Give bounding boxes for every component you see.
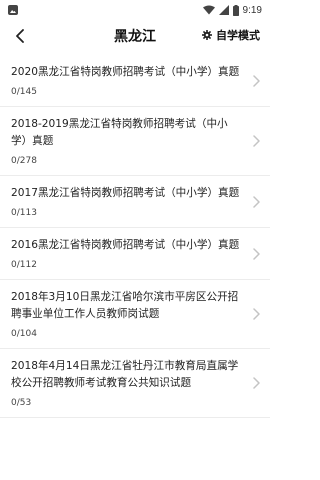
exam-title: 2017黑龙江省特岗教师招聘考试（中小学）真题	[11, 187, 240, 199]
battery-icon	[232, 4, 239, 16]
chevron-left-icon	[16, 29, 24, 43]
exam-title: 2018年4月14日黑龙江省牡丹江市教育局直属学校公开招聘教师考试教育公共知识试…	[11, 360, 239, 389]
chevron-right-icon	[253, 308, 260, 320]
signal-icon	[218, 5, 229, 15]
self-study-mode-button[interactable]: 自学模式	[202, 27, 260, 43]
exam-title: 2016黑龙江省特岗教师招聘考试（中小学）真题	[11, 239, 240, 251]
chevron-right-icon	[253, 377, 260, 389]
exam-progress: 0/53	[11, 398, 32, 408]
exam-title: 2018-2019黑龙江省特岗教师招聘考试（中小学）真题	[11, 118, 228, 147]
status-icons: 9:19	[202, 4, 262, 16]
exam-progress: 0/104	[11, 329, 37, 339]
list-item[interactable]: 2018年3月10日黑龙江省哈尔滨市平房区公开招聘事业单位工作人员教师岗试题 0…	[0, 280, 270, 349]
chevron-right-icon	[253, 135, 260, 147]
exam-progress: 0/278	[11, 156, 37, 166]
list-item[interactable]: 2016黑龙江省特岗教师招聘考试（中小学）真题 0/112	[0, 228, 270, 280]
list-item[interactable]: 2020黑龙江省特岗教师招聘考试（中小学）真题 0/145	[0, 55, 270, 107]
exam-progress: 0/112	[11, 260, 37, 270]
mode-label: 自学模式	[216, 29, 260, 42]
exam-progress: 0/145	[11, 87, 37, 97]
app-bar: 黑龙江 自学模式	[0, 20, 270, 52]
chevron-right-icon	[253, 247, 260, 260]
list-item[interactable]: 2018年4月14日黑龙江省牡丹江市教育局直属学校公开招聘教师考试教育公共知识试…	[0, 349, 270, 418]
image-notification-icon	[8, 5, 18, 15]
exam-progress: 0/113	[11, 208, 37, 218]
chevron-right-icon	[253, 74, 260, 87]
wifi-icon	[202, 5, 215, 15]
back-button[interactable]	[10, 26, 30, 46]
list-item[interactable]: 2017黑龙江省特岗教师招聘考试（中小学）真题 0/113	[0, 176, 270, 228]
status-bar: 9:19	[0, 0, 270, 20]
gear-icon	[202, 30, 212, 40]
exam-title: 2018年3月10日黑龙江省哈尔滨市平房区公开招聘事业单位工作人员教师岗试题	[11, 291, 239, 320]
chevron-right-icon	[253, 195, 260, 208]
list-item[interactable]: 2018-2019黑龙江省特岗教师招聘考试（中小学）真题 0/278	[0, 107, 270, 176]
exam-title: 2020黑龙江省特岗教师招聘考试（中小学）真题	[11, 66, 240, 78]
exam-list: 2020黑龙江省特岗教师招聘考试（中小学）真题 0/145 2018-2019黑…	[0, 55, 270, 418]
status-time: 9:19	[242, 4, 262, 16]
